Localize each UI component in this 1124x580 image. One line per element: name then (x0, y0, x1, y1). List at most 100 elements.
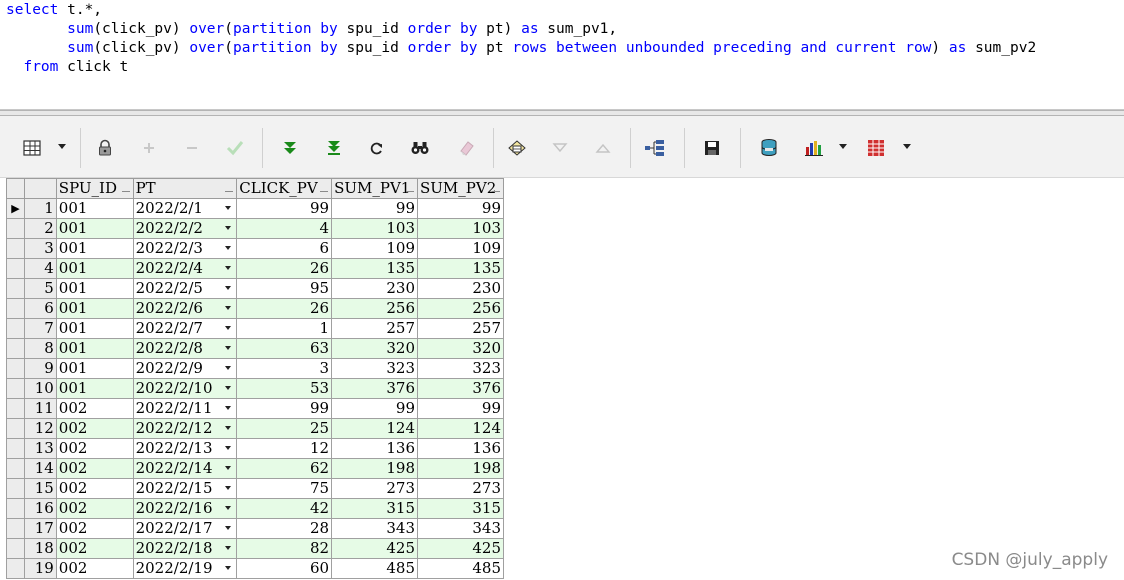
cell-sum-pv1[interactable]: 256 (331, 298, 419, 319)
date-picker-dropdown-icon[interactable] (225, 466, 232, 470)
cell-sum-pv1[interactable]: 135 (331, 258, 419, 279)
row-indicator[interactable] (6, 398, 25, 419)
cell-sum-pv1[interactable]: 124 (331, 418, 419, 439)
sql-editor[interactable]: select t.*, sum(click_pv) over(partition… (0, 0, 1124, 110)
column-header-spu-id[interactable]: SPU_ID (55, 178, 134, 199)
chart-icon[interactable] (802, 136, 826, 160)
table-row[interactable]: 17 002 2022/2/17 28 343 343 (6, 518, 504, 539)
date-picker-dropdown-icon[interactable] (225, 246, 232, 250)
cell-sum-pv2[interactable]: 109 (417, 238, 504, 259)
cell-click-pv[interactable]: 6 (236, 238, 333, 259)
export-table-icon[interactable] (864, 136, 888, 160)
cell-pt[interactable]: 2022/2/14 (132, 458, 238, 479)
delete-record-icon[interactable] (180, 136, 204, 160)
row-indicator[interactable] (6, 518, 25, 539)
row-indicator[interactable] (6, 358, 25, 379)
cell-pt[interactable]: 2022/2/15 (132, 478, 238, 499)
row-indicator[interactable] (6, 418, 25, 439)
table-row[interactable]: 14 002 2022/2/14 62 198 198 (6, 458, 504, 479)
cell-sum-pv2[interactable]: 198 (417, 458, 504, 479)
cell-sum-pv1[interactable]: 198 (331, 458, 419, 479)
date-picker-dropdown-icon[interactable] (225, 426, 232, 430)
date-picker-dropdown-icon[interactable] (225, 546, 232, 550)
cell-sum-pv1[interactable]: 485 (331, 558, 419, 579)
column-resize-grip[interactable] (225, 191, 234, 192)
column-resize-grip[interactable] (121, 191, 130, 192)
cell-sum-pv2[interactable]: 230 (417, 278, 504, 299)
row-indicator[interactable] (6, 378, 25, 399)
table-row[interactable]: 8 001 2022/2/8 63 320 320 (6, 338, 504, 359)
cell-pt[interactable]: 2022/2/9 (132, 358, 238, 379)
cell-sum-pv1[interactable]: 103 (331, 218, 419, 239)
fetch-last-page-icon[interactable] (322, 136, 346, 160)
cell-pt[interactable]: 2022/2/11 (132, 398, 238, 419)
cell-sum-pv2[interactable]: 323 (417, 358, 504, 379)
cell-spu-id[interactable]: 002 (55, 418, 134, 439)
save-icon[interactable] (700, 136, 724, 160)
date-picker-dropdown-icon[interactable] (225, 326, 232, 330)
row-indicator[interactable] (6, 318, 25, 339)
cell-pt[interactable]: 2022/2/18 (132, 538, 238, 559)
cell-sum-pv2[interactable]: 315 (417, 498, 504, 519)
result-grid[interactable]: SPU_ID PT CLICK_PV SUM_PV1 SUM_PV2 ▶ 1 001… (6, 178, 504, 580)
cell-click-pv[interactable]: 63 (236, 338, 333, 359)
date-picker-dropdown-icon[interactable] (225, 206, 232, 210)
row-indicator[interactable] (6, 558, 25, 579)
cell-sum-pv1[interactable]: 99 (331, 398, 419, 419)
table-row[interactable]: ▶ 1 001 2022/2/1 99 99 99 (6, 198, 504, 219)
export-tree-icon[interactable] (643, 136, 667, 160)
date-picker-dropdown-icon[interactable] (225, 566, 232, 570)
table-row[interactable]: 6 001 2022/2/6 26 256 256 (6, 298, 504, 319)
cell-spu-id[interactable]: 001 (55, 298, 134, 319)
date-picker-dropdown-icon[interactable] (225, 526, 232, 530)
cell-sum-pv2[interactable]: 343 (417, 518, 504, 539)
cell-spu-id[interactable]: 002 (55, 558, 134, 579)
cell-sum-pv1[interactable]: 257 (331, 318, 419, 339)
find-icon[interactable] (408, 136, 432, 160)
cell-spu-id[interactable]: 001 (55, 258, 134, 279)
cell-click-pv[interactable]: 82 (236, 538, 333, 559)
cell-sum-pv1[interactable]: 343 (331, 518, 419, 539)
clear-icon[interactable] (455, 136, 479, 160)
cell-sum-pv2[interactable]: 425 (417, 538, 504, 559)
date-picker-dropdown-icon[interactable] (225, 226, 232, 230)
table-row[interactable]: 4 001 2022/2/4 26 135 135 (6, 258, 504, 279)
table-row[interactable]: 13 002 2022/2/13 12 136 136 (6, 438, 504, 459)
cell-click-pv[interactable]: 25 (236, 418, 333, 439)
cell-pt[interactable]: 2022/2/13 (132, 438, 238, 459)
cell-spu-id[interactable]: 002 (55, 498, 134, 519)
cell-sum-pv2[interactable]: 376 (417, 378, 504, 399)
cell-click-pv[interactable]: 12 (236, 438, 333, 459)
grid-view-dropdown-icon[interactable] (58, 144, 66, 149)
table-row[interactable]: 5 001 2022/2/5 95 230 230 (6, 278, 504, 299)
cell-spu-id[interactable]: 002 (55, 398, 134, 419)
table-row[interactable]: 2 001 2022/2/2 4 103 103 (6, 218, 504, 239)
cell-sum-pv1[interactable]: 230 (331, 278, 419, 299)
cell-pt[interactable]: 2022/2/16 (132, 498, 238, 519)
cell-pt[interactable]: 2022/2/1 (132, 198, 238, 219)
row-indicator[interactable] (6, 238, 25, 259)
cell-click-pv[interactable]: 99 (236, 398, 333, 419)
export-table-dropdown-icon[interactable] (903, 144, 911, 149)
query-by-example-icon[interactable] (505, 136, 529, 160)
table-row[interactable]: 7 001 2022/2/7 1 257 257 (6, 318, 504, 339)
cell-pt[interactable]: 2022/2/8 (132, 338, 238, 359)
row-indicator[interactable] (6, 478, 25, 499)
date-picker-dropdown-icon[interactable] (225, 306, 232, 310)
post-changes-icon[interactable] (223, 136, 247, 160)
cell-spu-id[interactable]: 001 (55, 198, 134, 219)
row-indicator[interactable] (6, 258, 25, 279)
table-row[interactable]: 16 002 2022/2/16 42 315 315 (6, 498, 504, 519)
cell-sum-pv1[interactable]: 109 (331, 238, 419, 259)
cell-click-pv[interactable]: 60 (236, 558, 333, 579)
date-picker-dropdown-icon[interactable] (225, 266, 232, 270)
date-picker-dropdown-icon[interactable] (225, 486, 232, 490)
cell-sum-pv2[interactable]: 99 (417, 398, 504, 419)
cell-click-pv[interactable]: 26 (236, 298, 333, 319)
cell-spu-id[interactable]: 001 (55, 238, 134, 259)
cell-pt[interactable]: 2022/2/5 (132, 278, 238, 299)
row-indicator[interactable] (6, 458, 25, 479)
lock-icon[interactable] (93, 136, 117, 160)
chart-dropdown-icon[interactable] (839, 144, 847, 149)
date-picker-dropdown-icon[interactable] (225, 386, 232, 390)
